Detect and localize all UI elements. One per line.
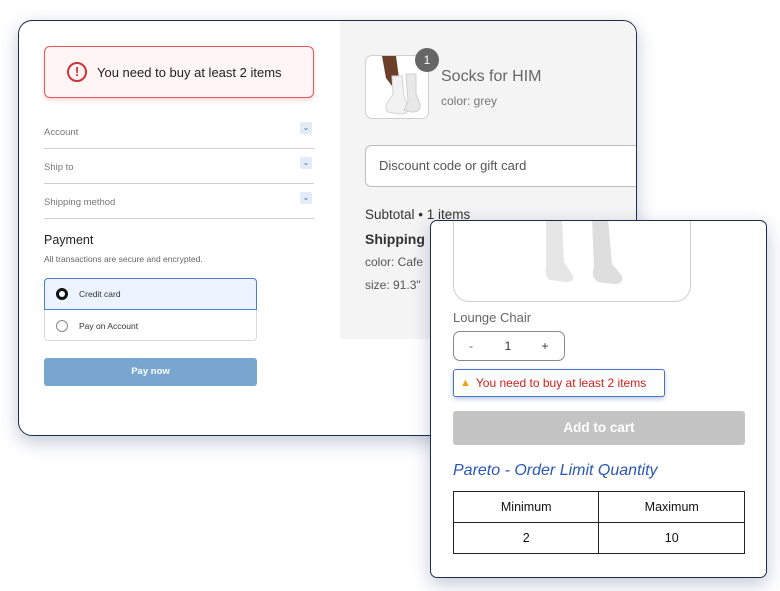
product-title: Lounge Chair	[453, 310, 532, 325]
socks-image	[545, 221, 623, 284]
option-color: color: Cafe	[365, 255, 424, 269]
decrement-button[interactable]: -	[454, 339, 488, 353]
chevron-down-icon[interactable]: ⌄	[300, 157, 312, 169]
table-cell-minimum: 2	[452, 522, 600, 554]
limit-table: Minimum Maximum 2 10	[452, 491, 745, 554]
warning-triangle-icon: ▲	[460, 377, 471, 389]
payment-option-label: Credit card	[79, 289, 121, 299]
table-header-row: Minimum Maximum	[452, 491, 745, 523]
accordion-label: Ship to	[44, 162, 74, 173]
product-name: Socks for HIM	[441, 68, 542, 85]
quantity-stepper: - 1 +	[453, 331, 565, 361]
error-banner: ! You need to buy at least 2 items	[44, 46, 314, 98]
payment-subtitle: All transactions are secure and encrypte…	[44, 254, 203, 264]
table-cell-maximum: 10	[598, 522, 745, 554]
error-banner-text: You need to buy at least 2 items	[97, 64, 282, 80]
table-row: 2 10	[452, 522, 745, 554]
payment-option-credit-card[interactable]: Credit card	[44, 278, 257, 310]
payment-title: Payment	[44, 233, 94, 247]
warning-text: You need to buy at least 2 items	[475, 376, 647, 390]
product-card: Lounge Chair - 1 + ▲ You need to buy at …	[430, 220, 767, 578]
accordion-label: Shipping method	[44, 197, 116, 208]
option-size: size: 91.3"	[365, 278, 421, 292]
payment-option-pay-on-account[interactable]: Pay on Account	[45, 310, 258, 341]
min-quantity-warning: ▲ You need to buy at least 2 items	[453, 369, 665, 397]
accordion-ship-to[interactable]: Ship to ⌄	[44, 149, 314, 184]
alert-circle-icon: !	[67, 62, 87, 82]
payment-options: Credit card Pay on Account	[44, 278, 257, 341]
accordion-account[interactable]: Account ⌄	[44, 114, 314, 149]
table-header-maximum: Maximum	[598, 491, 745, 523]
chevron-down-icon[interactable]: ⌄	[300, 122, 312, 134]
radio-selected-icon[interactable]	[56, 288, 68, 300]
rule-title: Pareto - Order Limit Quantity	[453, 462, 658, 479]
product-variant: color: grey	[441, 94, 498, 108]
payment-option-label: Pay on Account	[79, 320, 139, 331]
discount-code-input[interactable]: Discount code or gift card	[365, 145, 636, 187]
chevron-down-icon[interactable]: ⌄	[300, 192, 312, 204]
quantity-value[interactable]: 1	[488, 339, 528, 353]
table-header-minimum: Minimum	[452, 491, 600, 523]
product-image	[453, 221, 691, 302]
add-to-cart-button[interactable]: Add to cart	[453, 411, 745, 445]
pay-now-button[interactable]: Pay now	[44, 358, 257, 386]
shipping-label: Shipping	[365, 231, 425, 247]
quantity-badge: 1	[415, 48, 439, 72]
accordion-shipping-method[interactable]: Shipping method ⌄	[44, 184, 314, 219]
accordion-label: Account	[44, 127, 79, 138]
radio-unselected-icon[interactable]	[56, 319, 68, 332]
increment-button[interactable]: +	[528, 339, 562, 353]
